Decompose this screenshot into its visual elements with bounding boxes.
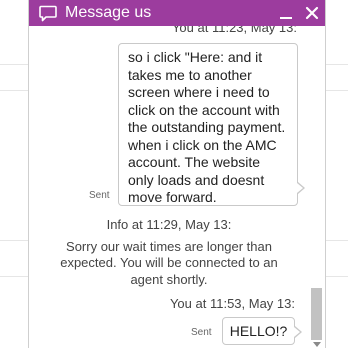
message-timestamp: You at 11:23, May 13: (171, 26, 297, 35)
close-icon (305, 6, 319, 20)
scrollbar-track[interactable] (309, 26, 325, 348)
sent-message-bubble: so i click "Here: and it takes me to ano… (118, 43, 298, 206)
info-message: Info at 11:29, May 13: Sorry our wait ti… (29, 217, 309, 288)
window-controls (273, 0, 325, 26)
minimize-icon (280, 17, 292, 19)
close-button[interactable] (299, 0, 325, 26)
message-timestamp: You at 11:53, May 13: (169, 296, 295, 311)
sent-status: Sent (191, 327, 212, 338)
scroll-down-arrow-icon[interactable] (313, 342, 321, 347)
scrollbar-thumb[interactable] (311, 288, 322, 340)
chat-window: Message us You at 11:23, May 13: so i cl… (28, 0, 326, 348)
message-text: so i click "Here: and it takes me to ano… (128, 49, 286, 205)
chat-title: Message us (65, 4, 152, 21)
chat-header[interactable]: Message us (29, 0, 325, 26)
info-text: Sorry our wait times are longer than exp… (60, 238, 278, 287)
minimize-button[interactable] (273, 0, 299, 26)
chat-bubble-icon (39, 4, 57, 22)
bubble-tail (294, 327, 300, 337)
message-list[interactable]: You at 11:23, May 13: so i click "Here: … (29, 26, 309, 348)
sent-status: Sent (89, 190, 110, 201)
info-heading: Info at 11:29, May 13: (106, 217, 232, 232)
message-text: HELLO!? (229, 323, 288, 339)
bubble-tail (297, 183, 303, 193)
sent-message-bubble: HELLO!? (222, 317, 295, 345)
